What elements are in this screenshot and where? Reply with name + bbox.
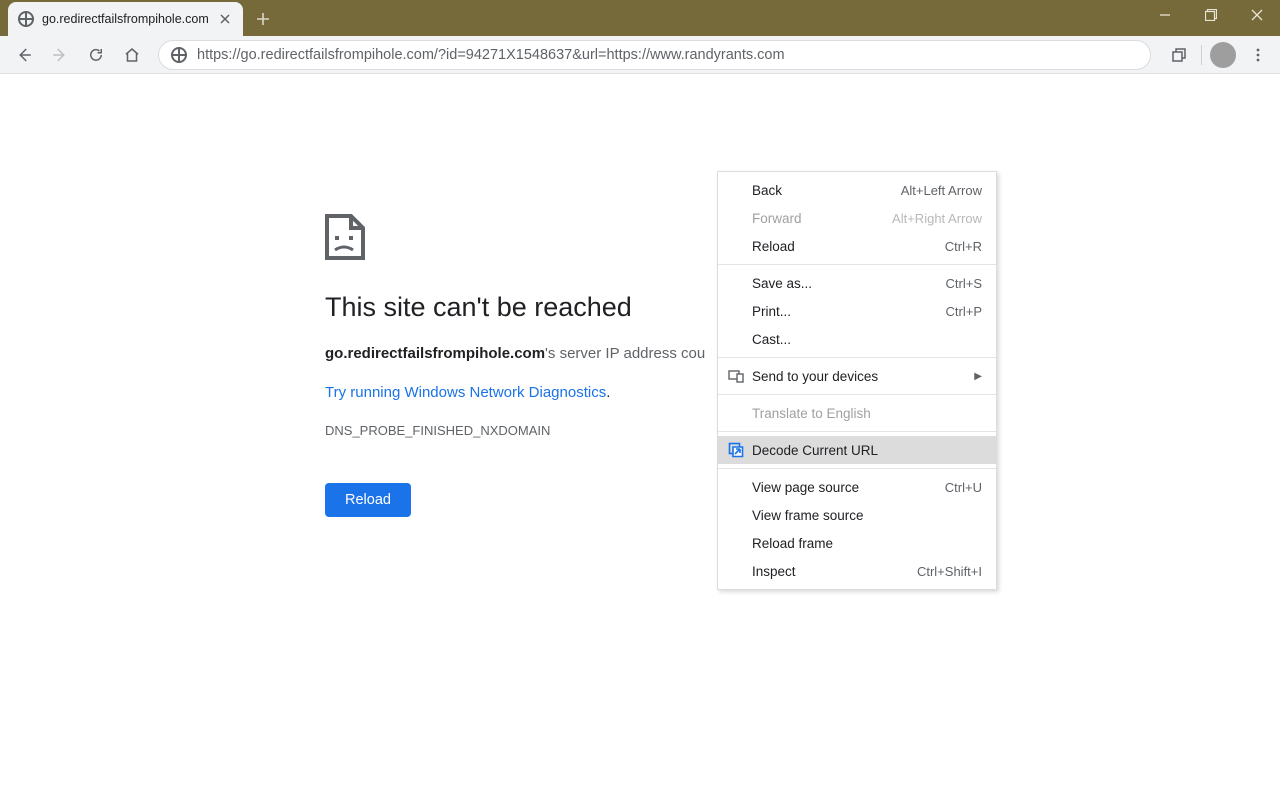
context-menu-item-label: Forward bbox=[752, 211, 892, 226]
sad-document-icon bbox=[325, 214, 365, 260]
reload-button[interactable] bbox=[80, 39, 112, 71]
context-menu-item[interactable]: Cast... bbox=[718, 325, 996, 353]
url-text: https://go.redirectfailsfrompihole.com/?… bbox=[197, 47, 785, 63]
context-menu-item[interactable]: ReloadCtrl+R bbox=[718, 232, 996, 260]
address-bar[interactable]: https://go.redirectfailsfrompihole.com/?… bbox=[158, 40, 1151, 70]
context-menu-item-shortcut: Ctrl+U bbox=[945, 480, 982, 495]
menu-button[interactable] bbox=[1244, 41, 1272, 69]
context-menu-item[interactable]: InspectCtrl+Shift+I bbox=[718, 557, 996, 585]
context-menu-item[interactable]: Decode Current URL bbox=[718, 436, 996, 464]
context-menu-item-label: Save as... bbox=[752, 276, 946, 291]
context-menu-item-label: Send to your devices bbox=[752, 369, 974, 384]
context-menu-item[interactable]: Reload frame bbox=[718, 529, 996, 557]
titlebar: go.redirectfailsfrompihole.com bbox=[0, 0, 1280, 36]
context-menu-item-label: Decode Current URL bbox=[752, 443, 982, 458]
context-menu-separator bbox=[718, 357, 996, 358]
context-menu-separator bbox=[718, 468, 996, 469]
home-button[interactable] bbox=[116, 39, 148, 71]
divider bbox=[1201, 45, 1202, 65]
chevron-right-icon: ▶ bbox=[974, 371, 982, 382]
context-menu-item-label: Reload bbox=[752, 239, 945, 254]
context-menu-item-label: Print... bbox=[752, 304, 946, 319]
back-button[interactable] bbox=[8, 39, 40, 71]
context-menu-item-shortcut: Alt+Left Arrow bbox=[901, 183, 982, 198]
context-menu-item-shortcut: Alt+Right Arrow bbox=[892, 211, 982, 226]
context-menu-item-label: Translate to English bbox=[752, 406, 982, 421]
context-menu-item-label: Reload frame bbox=[752, 536, 982, 551]
devices-icon bbox=[728, 368, 744, 384]
context-menu[interactable]: BackAlt+Left ArrowForwardAlt+Right Arrow… bbox=[717, 171, 997, 590]
context-menu-item[interactable]: Send to your devices▶ bbox=[718, 362, 996, 390]
context-menu-separator bbox=[718, 431, 996, 432]
context-menu-item[interactable]: Save as...Ctrl+S bbox=[718, 269, 996, 297]
close-tab-button[interactable] bbox=[217, 11, 233, 27]
context-menu-item-shortcut: Ctrl+R bbox=[945, 239, 982, 254]
context-menu-item-label: Back bbox=[752, 183, 901, 198]
maximize-button[interactable] bbox=[1188, 0, 1234, 30]
context-menu-item-label: View frame source bbox=[752, 508, 982, 523]
globe-icon bbox=[18, 11, 34, 27]
context-menu-item[interactable]: BackAlt+Left Arrow bbox=[718, 176, 996, 204]
window-controls bbox=[1142, 0, 1280, 36]
context-menu-separator bbox=[718, 264, 996, 265]
context-menu-item-shortcut: Ctrl+P bbox=[946, 304, 982, 319]
page-content: This site can't be reached go.redirectfa… bbox=[0, 74, 1280, 800]
context-menu-item-label: Inspect bbox=[752, 564, 917, 579]
close-window-button[interactable] bbox=[1234, 0, 1280, 30]
tab-title: go.redirectfailsfrompihole.com bbox=[42, 12, 209, 26]
context-menu-item[interactable]: View page sourceCtrl+U bbox=[718, 473, 996, 501]
context-menu-separator bbox=[718, 394, 996, 395]
context-menu-item: ForwardAlt+Right Arrow bbox=[718, 204, 996, 232]
context-menu-item-shortcut: Ctrl+Shift+I bbox=[917, 564, 982, 579]
browser-tab[interactable]: go.redirectfailsfrompihole.com bbox=[8, 2, 243, 36]
context-menu-item-label: View page source bbox=[752, 480, 945, 495]
context-menu-item-shortcut: Ctrl+S bbox=[946, 276, 982, 291]
context-menu-item-label: Cast... bbox=[752, 332, 982, 347]
profile-avatar[interactable] bbox=[1210, 42, 1236, 68]
minimize-button[interactable] bbox=[1142, 0, 1188, 30]
new-tab-button[interactable] bbox=[249, 5, 277, 33]
context-menu-item: Translate to English bbox=[718, 399, 996, 427]
globe-icon bbox=[171, 47, 187, 63]
forward-button[interactable] bbox=[44, 39, 76, 71]
reload-page-button[interactable]: Reload bbox=[325, 483, 411, 517]
share-button[interactable] bbox=[1165, 41, 1193, 69]
decode-icon bbox=[728, 442, 744, 458]
context-menu-item[interactable]: View frame source bbox=[718, 501, 996, 529]
context-menu-item[interactable]: Print...Ctrl+P bbox=[718, 297, 996, 325]
toolbar: https://go.redirectfailsfrompihole.com/?… bbox=[0, 36, 1280, 74]
